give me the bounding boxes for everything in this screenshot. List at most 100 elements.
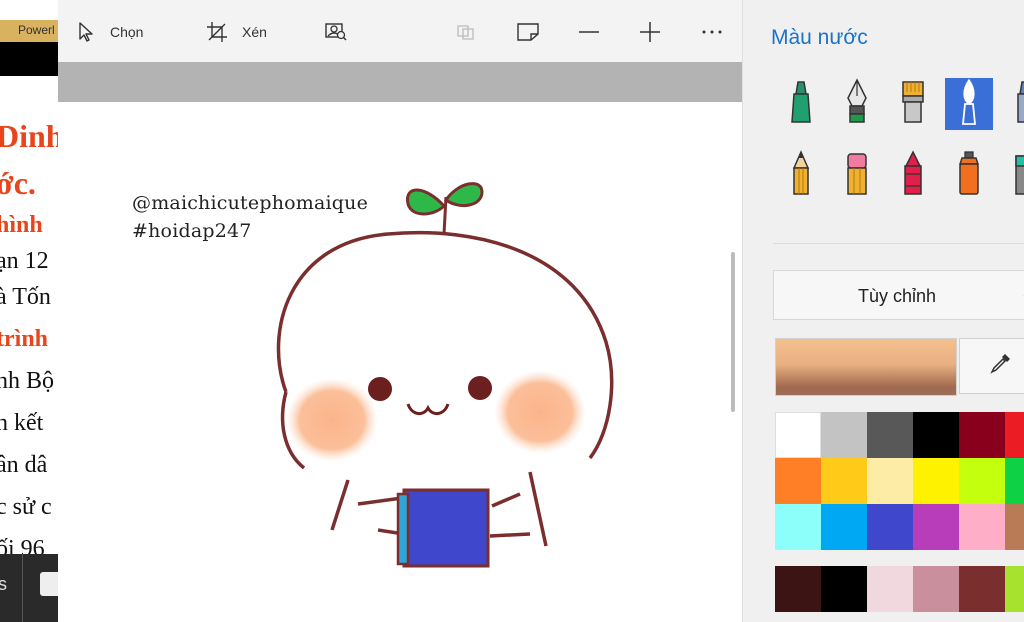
color-swatch[interactable] [821, 412, 867, 458]
select-label: Chọn [110, 24, 144, 40]
sticker-icon [516, 21, 540, 43]
spray-can-button[interactable] [945, 150, 993, 202]
crop-icon [206, 21, 228, 43]
document-text-line: Dinh [0, 118, 60, 154]
color-swatch[interactable] [913, 458, 959, 504]
more-options-button[interactable] [701, 16, 723, 48]
color-swatch[interactable] [959, 566, 1005, 612]
color-swatch[interactable] [913, 412, 959, 458]
right-eye [468, 376, 492, 400]
oil-brush-icon [898, 78, 928, 131]
color-swatch[interactable] [1005, 412, 1024, 458]
color-swatch[interactable] [775, 566, 821, 612]
magic-select-icon [324, 21, 348, 43]
document-text-line: ân dâ [0, 452, 48, 478]
document-text-line: n kết [0, 410, 44, 436]
cute-character-drawing [276, 182, 614, 568]
mixed-reality-button[interactable] [454, 16, 478, 48]
fill-bucket-icon [1010, 150, 1024, 203]
mixed-reality-icon [454, 21, 478, 43]
color-swatch[interactable] [775, 458, 821, 504]
crop-button[interactable]: Xén [206, 16, 267, 48]
watercolor-brush-icon [954, 78, 984, 131]
canvas-workspace: @maichicutephomaique #hoidap247 [58, 62, 742, 622]
document-text-line: ớc. [0, 165, 36, 201]
zoom-in-button[interactable] [639, 16, 661, 48]
paint-3d-window: Chọn Xén @maichicutephomaique #hoidap247… [58, 0, 1024, 622]
eraser-icon [842, 150, 872, 203]
document-text-line: nh Bộ [0, 368, 55, 394]
fill-bucket-button[interactable] [1001, 150, 1024, 202]
panel-divider [773, 243, 1024, 244]
chevron-down-icon: ⌄ [1020, 283, 1024, 304]
magic-select-button[interactable] [324, 16, 348, 48]
color-swatch[interactable] [959, 458, 1005, 504]
oil-brush-button[interactable] [889, 78, 937, 130]
crayon-button[interactable] [889, 149, 937, 202]
canvas-top-margin [58, 62, 742, 102]
taskbar-icon[interactable]: s [0, 574, 7, 595]
ribbon-label: Powerl [18, 23, 55, 37]
color-swatch[interactable] [913, 504, 959, 550]
select-button[interactable]: Chọn [78, 16, 143, 48]
brush-panel: Màu nước Tùy chỉnh [742, 0, 1024, 622]
color-swatch[interactable] [1005, 504, 1024, 550]
dropdown-value: Tùy chỉnh [858, 286, 937, 306]
thickness-dropdown[interactable]: Tùy chỉnh ⌄ [773, 270, 1024, 320]
sprout-stem [442, 196, 448, 235]
taskbar-separator [22, 554, 23, 622]
calligraphy-pen-button[interactable] [833, 77, 881, 130]
taskbar-app-icon[interactable] [40, 572, 60, 596]
color-swatch[interactable] [821, 458, 867, 504]
document-text-line: trình [0, 326, 49, 352]
left-blush [286, 378, 378, 462]
marker-button[interactable] [777, 78, 825, 130]
mouth [406, 403, 450, 415]
eyedropper-button[interactable] [959, 338, 1024, 394]
color-swatch[interactable] [821, 566, 867, 612]
color-swatch[interactable] [821, 504, 867, 550]
taskbar-strip: s [0, 554, 60, 622]
color-swatch[interactable] [959, 412, 1005, 458]
left-arm [330, 479, 350, 531]
vertical-scrollbar[interactable] [731, 252, 735, 412]
eraser-button[interactable] [833, 150, 881, 202]
minus-icon [578, 21, 600, 43]
left-eye [368, 377, 392, 401]
book-spine [396, 492, 410, 566]
marker-icon [786, 78, 816, 131]
crop-label: Xén [242, 24, 267, 40]
color-swatch[interactable] [775, 504, 821, 550]
panel-title: Màu nước [771, 26, 868, 49]
drawing-canvas[interactable]: @maichicutephomaique #hoidap247 [58, 102, 742, 622]
watercolor-brush-button[interactable] [945, 78, 993, 130]
current-color-preview[interactable] [775, 338, 957, 396]
top-toolbar: Chọn Xén [58, 0, 742, 62]
powerpoint-ribbon-tab[interactable]: Powerl [0, 20, 60, 42]
color-swatch[interactable] [913, 566, 959, 612]
document-text-line: c sử c [0, 494, 52, 520]
color-swatch[interactable] [867, 458, 913, 504]
pencil-icon [786, 149, 816, 203]
color-swatch[interactable] [1005, 458, 1024, 504]
color-swatch[interactable] [867, 566, 913, 612]
plus-icon [639, 21, 661, 43]
document-text-line: ạn 12 [0, 248, 49, 274]
color-swatch[interactable] [775, 412, 821, 458]
background-document-window: Powerl Dinh ớc. hình ạn 12 à Tốn trình nh Bộ n … [0, 0, 60, 622]
eyedropper-icon [988, 352, 1012, 381]
right-arm [528, 471, 548, 547]
pencil-button[interactable] [777, 149, 825, 203]
pixel-pen-button[interactable] [1001, 78, 1024, 130]
color-swatch[interactable] [867, 504, 913, 550]
cursor-arrow-icon [78, 21, 96, 43]
color-swatch[interactable] [867, 412, 913, 458]
color-swatch[interactable] [1005, 566, 1024, 612]
sprout-leaf-right [443, 182, 484, 208]
more-options-icon [701, 21, 723, 43]
right-blush [494, 370, 586, 454]
sticker-button[interactable] [516, 16, 540, 48]
color-swatch[interactable] [959, 504, 1005, 550]
zoom-out-button[interactable] [578, 16, 600, 48]
document-text-line: hình [0, 212, 43, 238]
